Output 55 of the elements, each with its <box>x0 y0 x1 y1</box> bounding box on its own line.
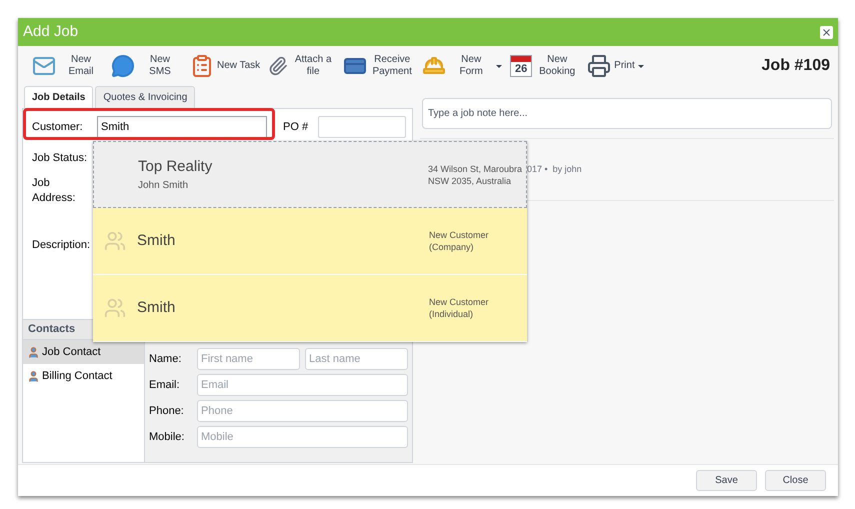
field-label: Customer: <box>32 120 84 135</box>
close-button[interactable] <box>820 26 833 38</box>
contact-item[interactable]: Job Contact <box>23 340 144 364</box>
suggestion-detail: New Customer (Individual) <box>429 296 490 320</box>
suggestion-detail: 34 Wilson St, Maroubra NSW 2035, Australia <box>428 162 524 186</box>
customer-field[interactable]: Smith <box>97 116 267 138</box>
note-field[interactable]: Type a job note here... <box>422 98 832 129</box>
close-icon <box>821 26 832 38</box>
toolbar-button[interactable]: New Email <box>30 54 105 78</box>
tab[interactable]: Quotes & Invoicing <box>95 86 196 108</box>
people-icon <box>104 297 126 319</box>
toolbar-button[interactable]: Receive Payment <box>341 54 416 78</box>
toolbar-button[interactable]: Print <box>585 54 646 78</box>
suggestion-item[interactable]: Smith New Customer (Company) <box>93 208 527 275</box>
field-label: Email: <box>149 378 181 393</box>
paperclip-icon <box>268 56 288 76</box>
field-label: Job Address: <box>32 176 76 206</box>
suggestion-name: Smith <box>137 298 176 318</box>
input-field[interactable]: First name <box>197 348 300 370</box>
po-field[interactable] <box>318 116 406 138</box>
person-icon <box>27 346 40 358</box>
field-label: Name: <box>149 352 182 367</box>
envelope-icon <box>32 54 56 78</box>
suggestion-item[interactable]: Smith New Customer (Individual) <box>93 275 527 342</box>
input-field[interactable]: Mobile <box>197 426 408 448</box>
suggestion-item[interactable]: Top Reality John Smith 34 Wilson St, Maroubra NSW 2035, Australia <box>93 141 527 208</box>
field-label: Job Status: <box>32 151 88 166</box>
toolbar-button[interactable]: New SMS <box>109 54 184 78</box>
field-label: Mobile: <box>149 430 186 445</box>
job-number: Job #109 <box>762 56 830 76</box>
note-entry: 017 • by john <box>527 162 582 176</box>
toolbar-button[interactable]: New Form <box>420 54 504 78</box>
clipboard-icon <box>190 54 214 78</box>
input-field[interactable]: Email <box>197 374 408 396</box>
field-label: Description: <box>32 238 92 252</box>
dialog-button[interactable]: Close <box>765 470 826 491</box>
window-title: Add Job <box>23 22 78 42</box>
suggestion-name: Smith <box>137 230 176 251</box>
field-label: PO # <box>283 120 308 135</box>
toolbar-button[interactable]: Attach a file <box>266 54 338 78</box>
tab[interactable]: Job Details <box>24 86 94 108</box>
person-icon <box>27 370 40 382</box>
chat-bubble-icon <box>111 54 135 78</box>
people-icon <box>104 230 126 252</box>
toolbar-button[interactable]: New Task <box>188 54 262 78</box>
toolbar-button[interactable]: 26 New Booking <box>508 54 582 78</box>
calendar-icon: 26 <box>510 55 532 77</box>
input-field[interactable]: Phone <box>197 400 408 422</box>
suggestion-contact: John Smith <box>138 179 190 194</box>
dialog-button[interactable]: Save <box>696 470 757 491</box>
printer-icon <box>587 54 612 78</box>
field-label: Phone: <box>149 404 185 419</box>
suggestion-name: Top Reality <box>138 156 214 177</box>
suggestion-detail: New Customer (Company) <box>429 229 490 253</box>
input-field[interactable]: Last name <box>305 348 408 370</box>
